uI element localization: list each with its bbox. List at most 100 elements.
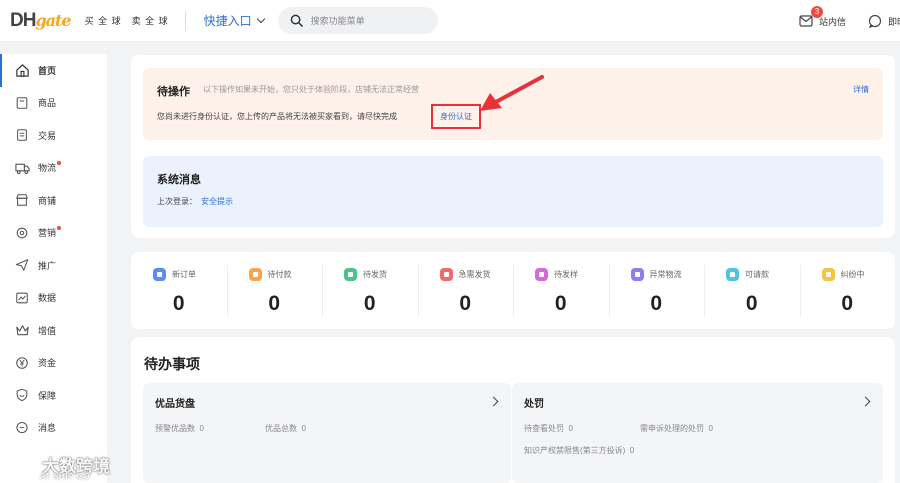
top-bar: DHgate 买 全 球 卖 全 球 快捷入口 3 站内信 即时 — [0, 0, 900, 42]
sidebar-item-value-added[interactable]: 增值 — [0, 314, 107, 347]
sidebar-item-label: 首页 — [38, 65, 57, 76]
buy-global-link[interactable]: 买 全 球 — [85, 14, 122, 27]
sidebar-item-data[interactable]: 数据 — [0, 282, 107, 315]
sidebar: 首页 商品 交易 物流 商铺 营销 推广 数据 增值 资金 保障 消息 — [0, 54, 107, 483]
penalty-appeal-count[interactable]: 需申诉处理的处罚 0 — [640, 423, 713, 434]
pending-payment-icon — [248, 268, 262, 281]
sidebar-item-marketing[interactable]: 营销 — [0, 217, 107, 250]
stat-label: 待发货 — [363, 270, 387, 279]
premium-goods-panel: 优品货盘 预警优品数 0 优品总数 0 — [143, 383, 511, 483]
crown-icon — [14, 322, 30, 338]
search-box[interactable] — [277, 7, 438, 34]
sidebar-item-label: 资金 — [38, 358, 57, 369]
sidebar-item-trade[interactable]: 交易 — [0, 119, 107, 152]
logo-gate: gate — [35, 10, 71, 30]
chat-bubble-icon — [868, 14, 882, 28]
yen-icon — [14, 355, 30, 371]
kv-label: 预警优品数 — [155, 424, 195, 433]
identity-verification-link[interactable]: 身份认证 — [431, 104, 481, 129]
kv-label: 知识产权禁限售(第三方投诉) — [524, 446, 626, 455]
stat-value: 0 — [268, 292, 281, 315]
chevron-right-icon[interactable] — [860, 396, 871, 407]
annotation-arrow-icon — [480, 75, 544, 111]
stat-value: 0 — [459, 292, 472, 315]
penalty-title: 处罚 — [524, 399, 544, 410]
truck-icon — [14, 160, 30, 176]
sidebar-item-product[interactable]: 商品 — [0, 87, 107, 120]
system-messages-title: 系统消息 — [157, 174, 201, 186]
search-input[interactable] — [310, 15, 421, 26]
stat-abnormal-logistics[interactable]: 异常物流 0 — [608, 252, 705, 329]
marketing-notification-dot — [57, 225, 61, 230]
store-icon — [14, 192, 30, 208]
penalty-panel: 处罚 待查看处罚 0 需申诉处理的处罚 0 知识产权禁限售(第三方投诉) 0 — [512, 383, 883, 483]
premium-total-count[interactable]: 优品总数 0 — [265, 423, 306, 434]
stat-label: 异常物流 — [649, 270, 682, 279]
stat-pending-sample[interactable]: 待发样 0 — [513, 252, 609, 329]
home-icon — [14, 62, 30, 78]
shield-icon — [14, 387, 30, 403]
urgent-shipment-icon — [439, 268, 453, 281]
sidebar-item-home[interactable]: 首页 — [0, 54, 107, 87]
stat-label: 可请款 — [745, 270, 769, 279]
dhgate-logo[interactable]: DH gate — [10, 10, 72, 32]
sidebar-item-label: 数据 — [38, 293, 57, 304]
security-tip-link[interactable]: 安全提示 — [201, 197, 233, 206]
watermark-logo-icon — [8, 456, 36, 474]
stat-label: 急需发货 — [458, 270, 491, 279]
stat-in-dispute[interactable]: 纠纷中 0 — [799, 252, 896, 329]
pending-hint: 以下操作如果未开始，您只处于体验阶段，店铺无法正常经营 — [203, 85, 419, 94]
top-right-group: 3 站内信 即时 — [799, 0, 900, 42]
order-stats-card: 新订单 0 待付款 0 待发货 0 急需发货 0 待发样 0 异常物流 0 可请… — [131, 252, 895, 329]
order-icon — [14, 127, 30, 143]
stat-value: 0 — [554, 292, 567, 315]
kv-label: 需申诉处理的处罚 — [640, 424, 704, 433]
kv-value: 0 — [199, 424, 204, 433]
verification-notice: 您尚未进行身份认证，您上传的产品将无法被买家看到，请尽快完成 — [157, 112, 397, 121]
sidebar-item-label: 保障 — [38, 390, 57, 401]
stat-urgent-shipment[interactable]: 急需发货 0 — [417, 252, 514, 329]
sidebar-item-label: 增值 — [38, 325, 57, 336]
kv-value: 0 — [708, 424, 713, 433]
paper-plane-icon — [14, 257, 30, 273]
stat-pending-shipment[interactable]: 待发货 0 — [322, 252, 418, 329]
sidebar-item-label: 营销 — [38, 228, 57, 239]
sidebar-item-logistics[interactable]: 物流 — [0, 152, 107, 185]
identity-verification-label: 身份认证 — [440, 112, 472, 121]
stat-label: 待付款 — [267, 270, 292, 279]
sidebar-item-promotion[interactable]: 推广 — [0, 249, 107, 282]
ip-restriction-count[interactable]: 知识产权禁限售(第三方投诉) 0 — [524, 445, 634, 456]
sidebar-item-label: 交易 — [38, 130, 57, 141]
details-link[interactable]: 详情 — [853, 84, 869, 95]
stat-new-orders[interactable]: 新订单 0 — [131, 252, 227, 329]
watermark-sub: AT SHIP GO — [40, 472, 90, 481]
site-messages-button[interactable]: 3 站内信 — [799, 5, 846, 28]
quick-entry-dropdown[interactable]: 快捷入口 — [203, 12, 265, 29]
sidebar-item-messages[interactable]: 消息 — [0, 412, 107, 445]
penalty-to-view-count[interactable]: 待查看处罚 0 — [524, 423, 573, 434]
premium-goods-title: 优品货盘 — [155, 399, 195, 410]
kv-label: 待查看处罚 — [524, 424, 564, 433]
sidebar-item-protection[interactable]: 保障 — [0, 379, 107, 412]
stat-value: 0 — [363, 292, 376, 315]
chevron-right-icon[interactable] — [488, 396, 499, 407]
envelope-icon — [799, 15, 813, 27]
logistics-notification-dot — [57, 160, 61, 165]
sidebar-item-label: 推广 — [38, 260, 57, 271]
topbar-divider — [184, 10, 186, 31]
search-icon — [290, 14, 303, 27]
system-messages-panel: 系统消息 上次登录： 安全提示 — [143, 156, 883, 227]
stat-value: 0 — [745, 292, 758, 315]
warning-premium-count[interactable]: 预警优品数 0 — [155, 423, 204, 434]
stat-label: 待发样 — [554, 270, 578, 279]
quick-entry-label: 快捷入口 — [203, 14, 252, 28]
product-icon — [14, 95, 30, 111]
last-login-row: 上次登录： 安全提示 — [157, 196, 233, 207]
instant-message-button[interactable]: 即时 — [868, 14, 900, 28]
sidebar-item-store[interactable]: 商铺 — [0, 184, 107, 217]
stat-pending-payment[interactable]: 待付款 0 — [226, 252, 323, 329]
sell-global-link[interactable]: 卖 全 球 — [132, 14, 169, 27]
chart-icon — [14, 290, 30, 306]
sidebar-item-funds[interactable]: 资金 — [0, 347, 107, 380]
stat-withdrawable[interactable]: 可请款 0 — [704, 252, 800, 329]
